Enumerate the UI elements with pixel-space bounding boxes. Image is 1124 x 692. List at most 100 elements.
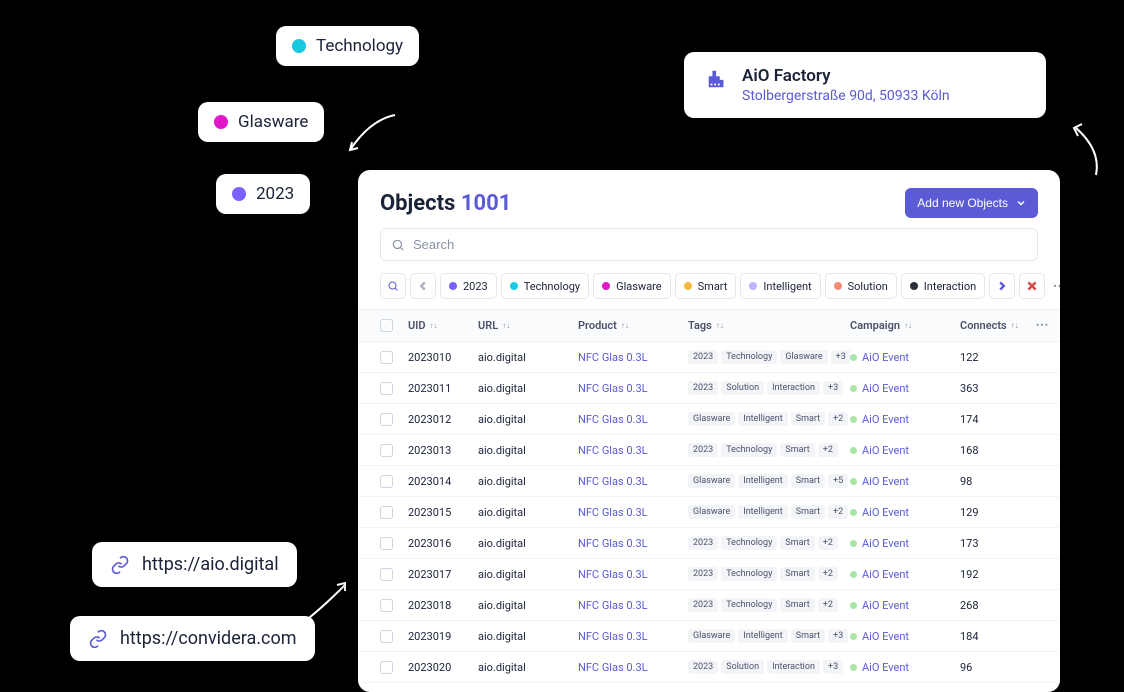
mini-tag-more[interactable]: +3 — [823, 660, 843, 674]
mini-tag: Smart — [791, 629, 825, 643]
col-campaign[interactable]: Campaign↑↓ — [850, 319, 960, 332]
search-field[interactable] — [380, 228, 1038, 261]
arrow-icon — [1066, 120, 1106, 180]
mini-tag-more[interactable]: +3 — [831, 350, 850, 364]
table-row[interactable]: 2023010aio.digitalNFC Glas 0.3L2023Techn… — [358, 342, 1060, 373]
filter-tag[interactable]: Interaction — [901, 273, 985, 299]
cell-campaign[interactable]: AiO Event — [850, 568, 960, 581]
select-all-checkbox[interactable] — [380, 319, 393, 332]
chip-label: Technology — [316, 36, 403, 56]
row-checkbox[interactable] — [380, 630, 393, 643]
campaign-link[interactable]: AiO Event — [862, 506, 909, 519]
mini-tag-more[interactable]: +2 — [818, 443, 838, 457]
row-checkbox[interactable] — [380, 506, 393, 519]
dot-icon — [834, 282, 842, 290]
mini-tag-more[interactable]: +2 — [818, 536, 838, 550]
row-checkbox[interactable] — [380, 568, 393, 581]
mini-tag-more[interactable]: +2 — [818, 598, 838, 612]
cell-product-link[interactable]: NFC Glas 0.3L — [578, 351, 688, 364]
row-checkbox[interactable] — [380, 599, 393, 612]
table-row[interactable]: 2023011aio.digitalNFC Glas 0.3L2023Solut… — [358, 373, 1060, 404]
campaign-link[interactable]: AiO Event — [862, 568, 909, 581]
row-checkbox[interactable] — [380, 537, 393, 550]
cell-product-link[interactable]: NFC Glas 0.3L — [578, 599, 688, 612]
table-row[interactable]: 2023018aio.digitalNFC Glas 0.3L2023Techn… — [358, 590, 1060, 621]
row-checkbox[interactable] — [380, 475, 393, 488]
row-checkbox[interactable] — [380, 661, 393, 674]
cell-campaign[interactable]: AiO Event — [850, 506, 960, 519]
filter-search-button[interactable] — [380, 273, 406, 299]
campaign-link[interactable]: AiO Event — [862, 444, 909, 457]
cell-campaign[interactable]: AiO Event — [850, 599, 960, 612]
filter-tag[interactable]: Intelligent — [740, 273, 820, 299]
columns-menu-button[interactable]: ⋯ — [1030, 318, 1054, 333]
table-row[interactable]: 2023014aio.digitalNFC Glas 0.3LGlaswareI… — [358, 466, 1060, 497]
filter-tag[interactable]: Solution — [825, 273, 897, 299]
row-checkbox[interactable] — [380, 413, 393, 426]
row-checkbox[interactable] — [380, 351, 393, 364]
filter-clear-button[interactable] — [1019, 273, 1045, 299]
cell-product-link[interactable]: NFC Glas 0.3L — [578, 475, 688, 488]
cell-product-link[interactable]: NFC Glas 0.3L — [578, 444, 688, 457]
table-row[interactable]: 2023013aio.digitalNFC Glas 0.3L2023Techn… — [358, 435, 1060, 466]
campaign-link[interactable]: AiO Event — [862, 382, 909, 395]
cell-product-link[interactable]: NFC Glas 0.3L — [578, 568, 688, 581]
cell-url: aio.digital — [478, 630, 578, 643]
table-row[interactable]: 2023016aio.digitalNFC Glas 0.3L2023Techn… — [358, 528, 1060, 559]
campaign-link[interactable]: AiO Event — [862, 661, 909, 674]
mini-tag-more[interactable]: +2 — [828, 505, 848, 519]
cell-product-link[interactable]: NFC Glas 0.3L — [578, 506, 688, 519]
mini-tag-more[interactable]: +2 — [818, 567, 838, 581]
cell-tags: 2023TechnologyGlasware+3 — [688, 350, 850, 364]
cell-product-link[interactable]: NFC Glas 0.3L — [578, 630, 688, 643]
filter-tag[interactable]: 2023 — [440, 273, 497, 299]
cell-campaign[interactable]: AiO Event — [850, 630, 960, 643]
table-row[interactable]: 2023017aio.digitalNFC Glas 0.3L2023Techn… — [358, 559, 1060, 590]
filter-prev-button[interactable] — [410, 273, 436, 299]
cell-product-link[interactable]: NFC Glas 0.3L — [578, 661, 688, 674]
status-dot-icon — [850, 540, 857, 547]
col-tags[interactable]: Tags↑↓ — [688, 319, 850, 332]
mini-tag-more[interactable]: +3 — [823, 381, 843, 395]
cell-connects: 192 — [960, 568, 1030, 581]
cell-campaign[interactable]: AiO Event — [850, 351, 960, 364]
cell-campaign[interactable]: AiO Event — [850, 537, 960, 550]
filter-tag[interactable]: Technology — [501, 273, 589, 299]
table-row[interactable]: 2023015aio.digitalNFC Glas 0.3LGlaswareI… — [358, 497, 1060, 528]
cell-campaign[interactable]: AiO Event — [850, 413, 960, 426]
add-objects-button[interactable]: Add new Objects — [905, 188, 1038, 218]
mini-tag-more[interactable]: +2 — [828, 412, 848, 426]
table-row[interactable]: 2023012aio.digitalNFC Glas 0.3LGlaswareI… — [358, 404, 1060, 435]
campaign-link[interactable]: AiO Event — [862, 351, 909, 364]
table-row[interactable]: 2023020aio.digitalNFC Glas 0.3L2023Solut… — [358, 652, 1060, 683]
cell-product-link[interactable]: NFC Glas 0.3L — [578, 413, 688, 426]
col-connects[interactable]: Connects↑↓ — [960, 319, 1030, 332]
cell-campaign[interactable]: AiO Event — [850, 661, 960, 674]
col-url[interactable]: URL↑↓ — [478, 319, 578, 332]
filter-tag[interactable]: Glasware — [593, 273, 671, 299]
campaign-link[interactable]: AiO Event — [862, 599, 909, 612]
mini-tag-more[interactable]: +3 — [828, 629, 848, 643]
mini-tag: Interaction — [767, 381, 820, 395]
search-input[interactable] — [413, 237, 1027, 252]
cell-product-link[interactable]: NFC Glas 0.3L — [578, 382, 688, 395]
cell-campaign[interactable]: AiO Event — [850, 475, 960, 488]
manage-tags-button[interactable]: ••• Manage Tags — [1053, 280, 1060, 293]
col-uid[interactable]: UID↑↓ — [408, 319, 478, 332]
campaign-link[interactable]: AiO Event — [862, 630, 909, 643]
campaign-link[interactable]: AiO Event — [862, 537, 909, 550]
campaign-link[interactable]: AiO Event — [862, 413, 909, 426]
cell-campaign[interactable]: AiO Event — [850, 444, 960, 457]
cell-connects: 173 — [960, 537, 1030, 550]
cell-product-link[interactable]: NFC Glas 0.3L — [578, 537, 688, 550]
cell-connects: 96 — [960, 661, 1030, 674]
filter-tag[interactable]: Smart — [675, 273, 737, 299]
campaign-link[interactable]: AiO Event — [862, 475, 909, 488]
filter-next-button[interactable] — [989, 273, 1015, 299]
row-checkbox[interactable] — [380, 382, 393, 395]
mini-tag-more[interactable]: +5 — [828, 474, 848, 488]
col-product[interactable]: Product↑↓ — [578, 319, 688, 332]
table-row[interactable]: 2023019aio.digitalNFC Glas 0.3LGlaswareI… — [358, 621, 1060, 652]
row-checkbox[interactable] — [380, 444, 393, 457]
cell-campaign[interactable]: AiO Event — [850, 382, 960, 395]
